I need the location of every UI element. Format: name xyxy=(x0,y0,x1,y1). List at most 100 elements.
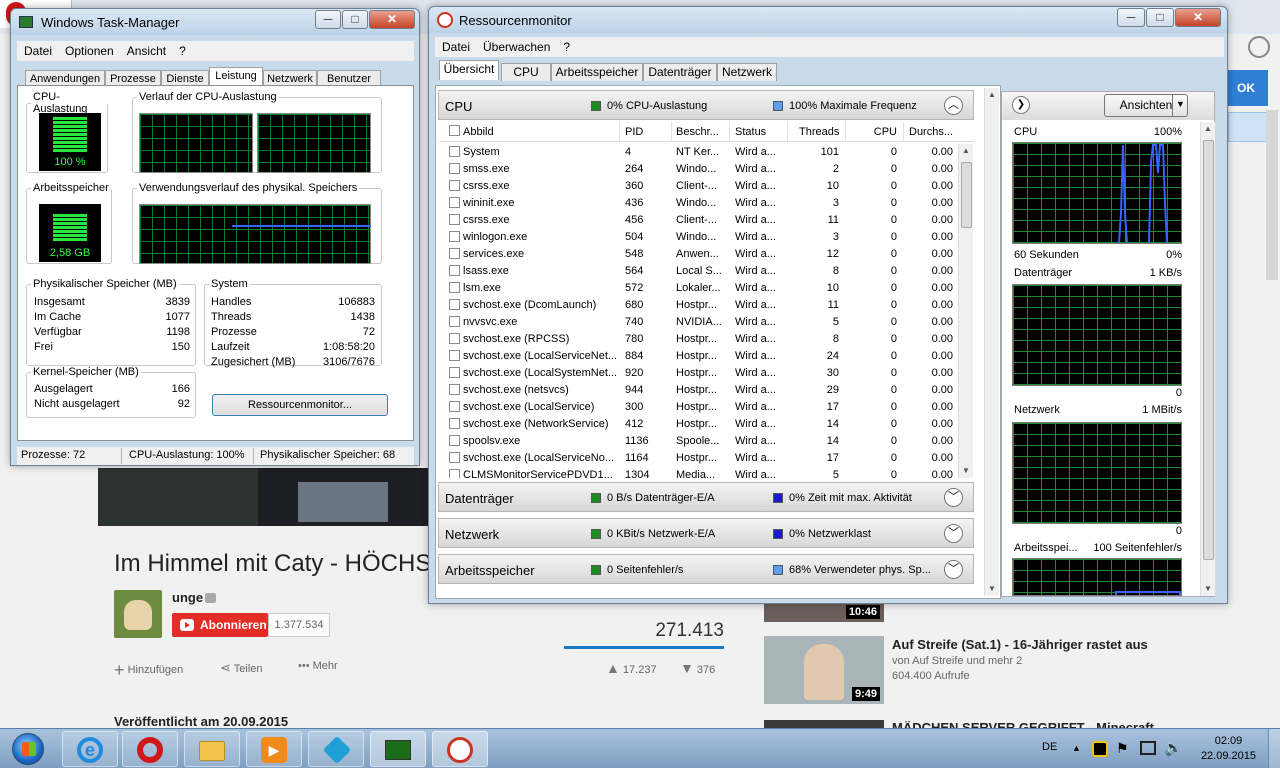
menu-optionen[interactable]: Optionen xyxy=(58,41,120,58)
network-section-header[interactable]: Netzwerk 0 KBit/s Netzwerk-E/A 0% Netzwe… xyxy=(438,518,974,548)
col-cpu[interactable]: CPU xyxy=(859,126,897,138)
process-row[interactable]: wininit.exe 436 Windo... Wird a... 3 0 0.00 xyxy=(439,195,963,212)
process-row[interactable]: System 4 NT Ker... Wird a... 101 0 0.00 xyxy=(439,144,963,161)
chevron-down-icon[interactable]: ▼ xyxy=(1172,94,1188,117)
refresh-icon[interactable] xyxy=(1248,36,1270,58)
action-center-icon[interactable]: ⚑ xyxy=(1116,740,1129,757)
more-button[interactable]: ••• Mehr xyxy=(298,660,338,672)
disk-section-header[interactable]: Datenträger 0 B/s Datenträger-E/A 0% Zei… xyxy=(438,482,974,512)
close-button[interactable]: ✕ xyxy=(1175,8,1221,27)
process-row[interactable]: spoolsv.exe 1136 Spoole... Wird a... 14 0 0.00 xyxy=(439,433,963,450)
taskbar-resource-monitor[interactable] xyxy=(432,731,488,767)
scroll-thumb[interactable] xyxy=(961,162,972,228)
menu-ansicht[interactable]: Ansicht xyxy=(120,41,172,58)
collapse-icon[interactable]: ︿ xyxy=(944,96,963,115)
related-thumbnail[interactable]: 9:49 xyxy=(764,636,884,704)
related-title[interactable]: MÄDCHEN SERVER GEGRIFFT - Minecraft xyxy=(892,720,1154,728)
process-row[interactable]: lsass.exe 564 Local S... Wird a... 8 0 0.00 xyxy=(439,263,963,280)
process-row[interactable]: svchost.exe (RPCSS) 780 Hostpr... Wird a...… xyxy=(439,331,963,348)
process-row[interactable]: svchost.exe (LocalService) 300 Hostpr... Wi… xyxy=(439,399,963,416)
process-row[interactable]: smss.exe 264 Windo... Wird a... 2 0 0.00 xyxy=(439,161,963,178)
row-checkbox[interactable] xyxy=(449,316,460,327)
process-row[interactable]: nvvsvc.exe 740 NVIDIA... Wird a... 5 0 0.00 xyxy=(439,314,963,331)
process-row[interactable]: svchost.exe (LocalSystemNet... 920 Hostpr.… xyxy=(439,365,963,382)
process-row[interactable]: services.exe 548 Anwen... Wird a... 12 0 0.00 xyxy=(439,246,963,263)
row-checkbox[interactable] xyxy=(449,197,460,208)
channel-avatar[interactable] xyxy=(114,590,162,638)
taskbar-opera[interactable] xyxy=(122,731,178,767)
start-button[interactable] xyxy=(2,730,54,768)
row-checkbox[interactable] xyxy=(449,299,460,310)
row-checkbox[interactable] xyxy=(449,231,460,242)
row-checkbox[interactable] xyxy=(449,333,460,344)
chevron-right-icon[interactable]: ❯ xyxy=(1012,96,1030,114)
clock[interactable]: 02:09 22.09.2015 xyxy=(1201,734,1256,764)
expand-icon[interactable]: ﹀ xyxy=(944,488,963,507)
network-icon[interactable] xyxy=(1140,741,1156,755)
tab-datentraeger[interactable]: Datenträger xyxy=(643,63,717,81)
volume-icon[interactable]: 🔈 xyxy=(1164,739,1183,757)
minimize-button[interactable]: ─ xyxy=(1117,8,1145,27)
tray-app-icon[interactable] xyxy=(1092,741,1108,757)
scroll-thumb[interactable] xyxy=(1203,140,1214,560)
menu-datei[interactable]: Datei xyxy=(17,41,58,58)
taskbar-internet-explorer[interactable]: e xyxy=(62,731,118,767)
expand-icon[interactable]: ﹀ xyxy=(944,524,963,543)
scroll-down-icon[interactable]: ▼ xyxy=(962,466,970,475)
like-button[interactable]: ▲ 17.237 xyxy=(606,660,657,676)
process-row[interactable]: lsm.exe 572 Lokaler... Wird a... 10 0 0.00 xyxy=(439,280,963,297)
row-checkbox[interactable] xyxy=(449,401,460,412)
process-row[interactable]: svchost.exe (netsvcs) 944 Hostpr... Wird a.… xyxy=(439,382,963,399)
row-checkbox[interactable] xyxy=(449,248,460,259)
row-checkbox[interactable] xyxy=(449,418,460,429)
row-checkbox[interactable] xyxy=(449,367,460,378)
channel-name[interactable]: unge xyxy=(172,590,203,605)
process-row[interactable]: CLMSMonitorServicePDVD1... 1304 Media... Wi… xyxy=(439,467,963,478)
process-row[interactable]: winlogon.exe 504 Windo... Wird a... 3 0 0.00 xyxy=(439,229,963,246)
taskbar-explorer[interactable] xyxy=(184,731,240,767)
col-pid[interactable]: PID xyxy=(625,126,643,138)
scroll-up-icon[interactable]: ▲ xyxy=(1204,124,1212,133)
tray-expand-icon[interactable]: ▲ xyxy=(1072,743,1081,753)
row-checkbox[interactable] xyxy=(449,163,460,174)
tab-netzwerk[interactable]: Netzwerk xyxy=(717,63,777,81)
process-row[interactable]: svchost.exe (DcomLaunch) 680 Hostpr... Wird… xyxy=(439,297,963,314)
maximize-button[interactable]: □ xyxy=(342,10,368,29)
row-checkbox[interactable] xyxy=(449,452,460,463)
menu-datei[interactable]: Datei xyxy=(435,37,476,54)
row-checkbox[interactable] xyxy=(449,384,460,395)
tab-arbeitsspeicher[interactable]: Arbeitsspeicher xyxy=(551,63,643,81)
share-button[interactable]: ⋖ Teilen xyxy=(220,660,263,676)
col-abbild[interactable]: Abbild xyxy=(463,126,494,138)
menu-help[interactable]: ? xyxy=(172,41,192,58)
add-to-button[interactable]: + Hinzufügen xyxy=(114,660,183,681)
process-row[interactable]: svchost.exe (LocalServiceNet... 884 Hostpr… xyxy=(439,348,963,365)
tab-leistung[interactable]: Leistung xyxy=(209,67,263,87)
process-row[interactable]: svchost.exe (LocalServiceNo... 1164 Hostpr… xyxy=(439,450,963,467)
ok-button[interactable]: OK xyxy=(1224,70,1268,106)
taskbar-kodi[interactable] xyxy=(308,731,364,767)
tab-uebersicht[interactable]: Übersicht xyxy=(439,60,499,80)
row-checkbox[interactable] xyxy=(449,435,460,446)
row-checkbox[interactable] xyxy=(449,214,460,225)
title-bar[interactable]: Windows Task-Manager ─ □ ✕ xyxy=(11,9,419,35)
scroll-up-icon[interactable]: ▲ xyxy=(988,90,996,99)
process-row[interactable]: csrss.exe 360 Client-... Wird a... 10 0 0.00 xyxy=(439,178,963,195)
taskbar-task-manager[interactable] xyxy=(370,731,426,767)
language-indicator[interactable]: DE xyxy=(1042,741,1057,753)
process-scrollbar[interactable]: ▲ ▼ xyxy=(958,144,973,478)
tab-cpu[interactable]: CPU xyxy=(501,63,551,81)
show-desktop-button[interactable] xyxy=(1268,729,1280,768)
dislike-button[interactable]: ▼ 376 xyxy=(680,660,715,676)
row-checkbox[interactable] xyxy=(449,265,460,276)
scroll-down-icon[interactable]: ▼ xyxy=(1204,584,1212,593)
row-checkbox[interactable] xyxy=(449,469,460,478)
subscribe-button[interactable]: Abonnieren xyxy=(172,613,268,637)
related-thumbnail[interactable] xyxy=(764,720,884,728)
menu-help[interactable]: ? xyxy=(556,37,576,54)
scroll-down-icon[interactable]: ▼ xyxy=(988,584,996,593)
resource-monitor-button[interactable]: Ressourcenmonitor... xyxy=(212,394,388,416)
col-durchschnitt[interactable]: Durchs... xyxy=(909,126,953,138)
row-checkbox[interactable] xyxy=(449,146,460,157)
col-threads[interactable]: Threads xyxy=(799,126,839,138)
